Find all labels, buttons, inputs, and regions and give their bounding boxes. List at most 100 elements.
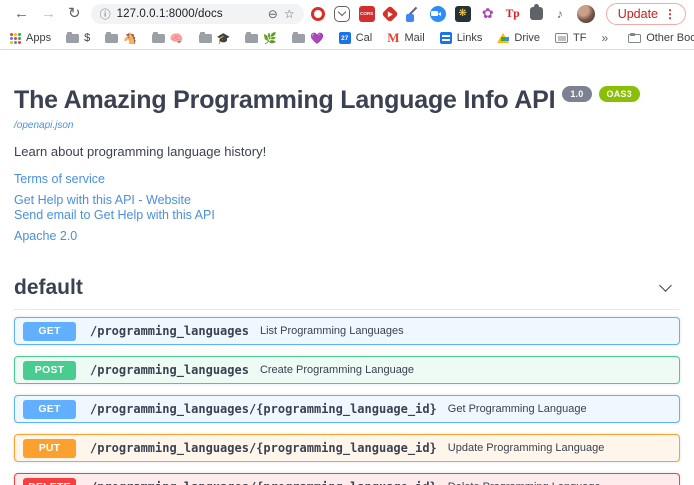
endpoint-row-create-language[interactable]: POST /programming_languages Create Progr… xyxy=(14,356,680,384)
openapi-spec-link[interactable]: /openapi.json xyxy=(14,120,74,131)
bookmark-label: Links xyxy=(457,32,483,44)
cors-extension-icon[interactable]: CORS xyxy=(359,6,375,22)
bookmark-folder-plant[interactable]: 🌿 xyxy=(245,32,277,45)
section-header-default[interactable]: default xyxy=(14,276,680,310)
toggl-extension-icon[interactable]: Tp xyxy=(505,6,521,22)
endpoint-row-get-language[interactable]: GET /programming_languages/{programming_… xyxy=(14,395,680,423)
bookmark-label: 🌿 xyxy=(263,32,277,45)
puzzle-extension-icon[interactable] xyxy=(530,7,543,20)
bookmark-label: 🐴 xyxy=(123,32,137,45)
bookmark-mail[interactable]: M Mail xyxy=(387,30,424,46)
folder-icon xyxy=(105,34,118,43)
bookmarks-overflow-icon[interactable]: » xyxy=(602,31,609,45)
drive-icon xyxy=(497,33,509,43)
method-badge: POST xyxy=(23,361,76,380)
endpoint-row-delete-language[interactable]: DELETE /programming_languages/{programmi… xyxy=(14,473,680,485)
gmail-icon: M xyxy=(387,30,399,46)
endpoint-summary: Create Programming Language xyxy=(260,364,414,376)
bookmark-label: Cal xyxy=(356,32,373,44)
bookmark-label: $ xyxy=(84,32,90,44)
method-badge: PUT xyxy=(23,439,76,458)
url-text[interactable]: 127.0.0.1:8000/docs xyxy=(117,8,262,20)
bookmark-folder-grad[interactable]: 🎓 xyxy=(199,32,231,45)
api-description: Learn about programming language history… xyxy=(14,144,680,159)
method-badge: DELETE xyxy=(23,478,76,485)
address-bar[interactable]: ⓘ 127.0.0.1:8000/docs ⊖ ☆ xyxy=(91,4,304,24)
endpoint-summary: Delete Programming Language xyxy=(448,481,601,485)
reload-icon[interactable]: ↻ xyxy=(62,6,87,21)
art-extension-icon[interactable]: ❋ xyxy=(455,6,471,22)
bookmark-folder-brain[interactable]: 🧠 xyxy=(152,32,184,45)
bookmark-label: 🧠 xyxy=(170,32,184,45)
license-link[interactable]: Apache 2.0 xyxy=(14,229,680,243)
color-picker-extension-icon[interactable] xyxy=(405,6,421,22)
swagger-page: The Amazing Programming Language Info AP… xyxy=(0,86,694,485)
bookmark-label: 💜 xyxy=(310,32,324,45)
endpoint-row-list-languages[interactable]: GET /programming_languages List Programm… xyxy=(14,317,680,345)
folder-icon xyxy=(66,34,79,43)
folder-icon xyxy=(199,34,212,43)
bookmark-folder-dollar[interactable]: $ xyxy=(66,32,90,44)
bookmark-label: Apps xyxy=(26,32,51,44)
bookmark-links[interactable]: Links xyxy=(440,32,483,44)
folder-icon xyxy=(292,34,305,43)
back-icon[interactable]: ← xyxy=(8,6,35,21)
red-circle-extension-icon[interactable] xyxy=(311,7,325,21)
forward-icon[interactable]: → xyxy=(35,6,62,21)
update-label: Update xyxy=(618,7,658,21)
chevron-down-icon[interactable] xyxy=(659,279,672,292)
version-badge: 1.0 xyxy=(562,86,591,102)
method-badge: GET xyxy=(23,322,76,341)
folder-icon xyxy=(152,34,165,43)
operations-list: GET /programming_languages List Programm… xyxy=(14,317,680,485)
other-bookmarks-label: Other Bookmarks xyxy=(646,32,694,44)
bookmark-label: Mail xyxy=(405,32,425,44)
tf-icon xyxy=(555,33,568,43)
site-info-icon[interactable]: ⓘ xyxy=(100,6,111,22)
bookmark-drive[interactable]: Drive xyxy=(497,32,540,44)
endpoint-path: /programming_languages/{programming_lang… xyxy=(90,480,437,485)
oas3-badge: OAS3 xyxy=(599,86,640,102)
bookmark-label: 🎓 xyxy=(217,32,231,45)
flower-extension-icon[interactable]: ✿ xyxy=(480,6,496,22)
contact-email-link[interactable]: Send email to Get Help with this API xyxy=(14,208,680,222)
endpoint-row-update-language[interactable]: PUT /programming_languages/{programming_… xyxy=(14,434,680,462)
endpoint-path: /programming_languages xyxy=(90,324,249,338)
bookmark-star-icon[interactable]: ☆ xyxy=(284,7,295,21)
folder-icon xyxy=(628,34,641,43)
menu-dots-icon[interactable]: ⋮ xyxy=(664,7,676,21)
other-bookmarks[interactable]: Other Bookmarks xyxy=(628,32,694,44)
redirect-extension-icon[interactable] xyxy=(381,5,398,22)
api-title-row: The Amazing Programming Language Info AP… xyxy=(14,86,680,115)
bookmark-label: Drive xyxy=(514,32,540,44)
bookmark-apps[interactable]: Apps xyxy=(10,32,51,44)
bookmark-folder-heart[interactable]: 💜 xyxy=(292,32,324,45)
update-button[interactable]: Update ⋮ xyxy=(606,3,686,25)
endpoint-path: /programming_languages/{programming_lang… xyxy=(90,441,437,455)
contact-website-link[interactable]: Get Help with this API - Website xyxy=(14,193,680,207)
bookmarks-bar: Apps $ 🐴 🧠 🎓 🌿 💜 27 Cal M Mail Links Dri… xyxy=(0,27,694,50)
zoom-out-icon[interactable]: ⊖ xyxy=(268,7,278,21)
endpoint-summary: Get Programming Language xyxy=(448,403,587,415)
zoom-camera-extension-icon[interactable] xyxy=(430,6,446,22)
terms-of-service-link[interactable]: Terms of service xyxy=(14,172,680,186)
folder-icon xyxy=(245,34,258,43)
bookmark-folder-horse[interactable]: 🐴 xyxy=(105,32,137,45)
calendar-icon: 27 xyxy=(339,32,351,44)
browser-toolbar: ← → ↻ ⓘ 127.0.0.1:8000/docs ⊖ ☆ CORS ❋ ✿… xyxy=(0,0,694,27)
endpoint-path: /programming_languages/{programming_lang… xyxy=(90,402,437,416)
extensions-row: CORS ❋ ✿ Tp ♪ Update ⋮ xyxy=(304,3,686,25)
pocket-extension-icon[interactable] xyxy=(334,6,350,22)
endpoint-summary: List Programming Languages xyxy=(260,325,404,337)
profile-avatar[interactable] xyxy=(577,5,595,23)
endpoint-path: /programming_languages xyxy=(90,363,249,377)
bookmark-tf[interactable]: TF xyxy=(555,32,586,44)
section-title: default xyxy=(14,276,83,300)
playlist-extension-icon[interactable]: ♪ xyxy=(552,6,568,22)
bookmark-calendar[interactable]: 27 Cal xyxy=(339,32,373,44)
page-title: The Amazing Programming Language Info AP… xyxy=(14,86,555,115)
bookmark-label: TF xyxy=(573,32,586,44)
apps-grid-icon xyxy=(10,33,21,44)
links-icon xyxy=(440,32,452,44)
endpoint-summary: Update Programming Language xyxy=(448,442,605,454)
